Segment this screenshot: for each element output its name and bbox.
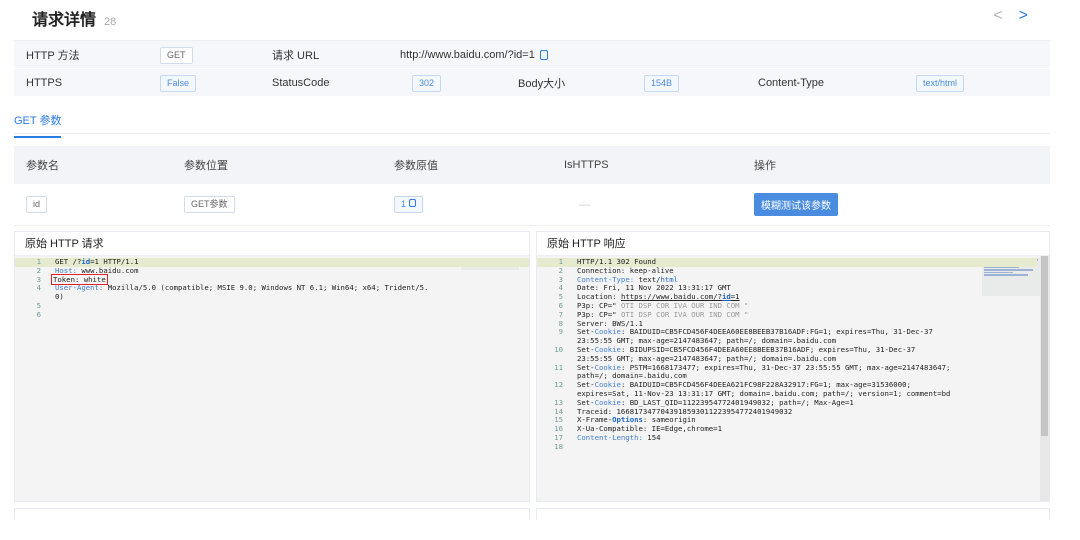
response-scrollbar[interactable] [1040,256,1049,501]
bottom-panel-right [536,508,1050,520]
code-text: : BAIDUID=CB5FCD456F4DEEA60EE8BEEB37B16A… [620,327,933,337]
info-row-2: HTTPS False StatusCode 302 Body大小 154B C… [14,69,1050,97]
next-arrow-icon[interactable]: > [1019,7,1028,25]
code-text: Set- [577,327,595,337]
info-row-1: HTTP 方法 GET 请求 URL http://www.baidu.com/… [14,41,1050,69]
code-text: : BIDUPSID=CB5FCD456F4DEEA60EE8BEEB37B16… [620,344,916,354]
code-text: P3p: CP=" [577,309,617,319]
code-text: GET /? [55,257,82,266]
https-label: HTTPS [26,77,63,89]
ishttps-value: — [579,198,590,211]
param-position-tag: GET参数 [184,196,235,213]
code-text: Options [612,415,643,425]
code-text: Cookie [594,344,621,354]
request-editor[interactable]: 1 GET /?id=1 HTTP/1.1 2 Host: www.baidu.co… [15,256,529,501]
code-text: : BAIDUID=CB5FCD456F4DEEA621FC98F228A329… [620,380,911,390]
method-tag: GET [160,46,193,64]
params-table-header: 参数名 参数位置 参数原值 IsHTTPS 操作 [14,146,1050,184]
raw-response-title: 原始 HTTP 响应 [537,232,1049,256]
table-row: id GET参数 1 — 模糊测试该参数 [14,184,1050,226]
col-header-ishttps: IsHTTPS [564,159,609,171]
code-line: 6 [15,309,529,320]
status-label: StatusCode [272,77,330,89]
code-text[interactable]: =1 [731,292,740,301]
params-table: 参数名 参数位置 参数原值 IsHTTPS 操作 id GET参数 1 — 模糊… [14,146,1050,226]
line-number: 11 [554,362,563,372]
code-text: =1 HTTP/1.1 [90,257,139,266]
raw-request-title: 原始 HTTP 请求 [15,232,529,256]
pager: < > [993,7,1028,25]
code-text: 0) [55,292,64,302]
body-size-label: Body大小 [518,78,566,90]
code-text: Set- [577,397,595,407]
code-line: 0) [15,292,529,302]
line-number: 9 [558,327,563,337]
code-line: 18 [537,441,1037,452]
body-size-tag: 154B [644,74,680,92]
param-value-tag: 1 [394,196,424,213]
copy-icon[interactable] [539,50,548,60]
code-text: text/ [634,274,661,284]
https-tag: False [160,74,197,92]
param-name-tag: id [26,196,48,213]
code-text: Content-Type: [577,274,635,284]
copy-icon[interactable] [409,199,417,207]
line-number: 4 [36,283,41,293]
code-text: Set- [577,344,595,354]
code-text: P3p: CP=" [577,300,617,310]
line-number: 6 [36,309,41,319]
code-text: Content-Length: [577,432,643,442]
code-line: 5 [15,301,529,311]
raw-response-panel: 原始 HTTP 响应 1 HTTP/1.1 302 Found 2 Connecti… [536,231,1050,502]
code-text: X-Frame- [577,415,613,425]
status-tag: 302 [412,74,442,92]
url-value: http://www.baidu.com/?id=1 [400,49,535,61]
line-number: 18 [554,441,563,451]
code-text: Cookie [594,362,621,372]
code-text[interactable]: https://www.baidu.com/? [621,292,722,301]
raw-request-panel: 原始 HTTP 请求 1 GET /?id=1 HTTP/1.1 2 Host: w… [14,231,530,502]
code-text: Cookie [594,327,621,337]
code-text: Mozilla/5.0 (compatible; MSIE 9.0; Windo… [103,283,429,293]
code-text: 154 [642,432,661,442]
code-text: Set- [577,380,595,390]
url-label: 请求 URL [272,50,320,62]
code-text: : PSTM=1668173477; expires=Thu, 31-Dec-3… [620,362,951,372]
code-line: 17 Content-Length: 154 [537,432,1037,443]
col-header-value: 参数原值 [394,160,438,172]
content-type-label: Content-Type [758,77,825,89]
method-label: HTTP 方法 [26,50,80,62]
param-value-text: 1 [401,199,407,209]
code-line: 4 User-Agent: Mozilla/5.0 (compatible; MS… [15,283,529,293]
col-header-action: 操作 [754,160,776,172]
page-header: 请求详情 28 [32,6,116,30]
code-text: : sameorigin [642,415,696,425]
code-text: html [660,274,679,284]
tab-bar: GET 参数 [14,104,1050,138]
scrollbar-thumb[interactable] [1041,256,1048,436]
code-text: Cookie [594,380,621,390]
code-text: User-Agent: [55,283,104,293]
code-text: OTI DSP COR IVA OUR IND COM " [616,300,749,310]
col-header-position: 参数位置 [184,160,228,172]
code-text: Set- [577,362,595,372]
code-text: Cookie [594,397,621,407]
line-number: 12 [554,380,563,390]
code-text[interactable]: id [722,292,731,301]
request-count: 28 [104,16,117,28]
code-text: id [81,257,91,266]
prev-arrow-icon[interactable]: < [993,7,1002,25]
fuzz-param-button[interactable]: 模糊测试该参数 [754,193,838,216]
code-text: Location: [577,292,621,302]
bottom-panel-left [14,508,530,520]
code-text: : BD_LAST_QID=11223954772401949032; path… [620,397,854,407]
content-type-tag: text/html [916,74,965,92]
page-title: 请求详情 [32,12,97,29]
response-editor[interactable]: 1 HTTP/1.1 302 Found 2 Connection: keep-al… [537,256,1049,501]
tab-get-params[interactable]: GET 参数 [14,112,62,138]
line-number: 10 [554,344,563,354]
col-header-name: 参数名 [26,160,59,172]
code-text: OTI DSP COR IVA OUR IND COM " [616,309,749,319]
request-info-table: HTTP 方法 GET 请求 URL http://www.baidu.com/… [14,40,1050,97]
